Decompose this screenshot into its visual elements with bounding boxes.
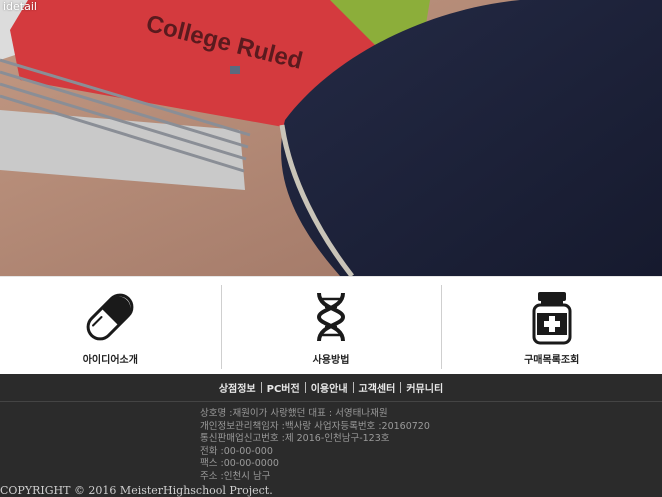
footer-link-community[interactable]: 커뮤니티	[401, 380, 448, 395]
footer-info-line: 통신판매업신고번호 :제 2016-인천남구-123호	[200, 433, 390, 444]
menu-item-idea[interactable]: 아이디어소개	[0, 277, 221, 375]
dna-icon	[316, 292, 346, 342]
footer-info-line: 상호명 :재원이가 사랑했던 대표 : 서영태나재원	[200, 408, 388, 419]
icon-menu: 아이디어소개 사용방법 구매목록조회	[0, 276, 662, 375]
footer-info-line: 개인정보관리책임자 :백사랑 사업자등록번호 :20160720	[200, 420, 430, 432]
footer: 상점정보 PC버전 이용안내 고객센터 커뮤니티 상호명 :재원이가 사랑했던 …	[0, 374, 662, 497]
menu-item-label: 사용방법	[312, 355, 350, 366]
footer-link-customer-center[interactable]: 고객센터	[354, 380, 401, 395]
copyright-text: COPYRIGHT © 2016 MeisterHighschool Proje…	[0, 484, 273, 497]
menu-item-orders[interactable]: 구매목록조회	[441, 277, 662, 375]
hero-photo	[0, 0, 662, 276]
footer-info-line: 팩스 :00-00-0000	[200, 458, 279, 469]
footer-info-line: 주소 :인천시 남구	[200, 470, 271, 482]
menu-item-label: 구매목록조회	[524, 355, 580, 366]
footer-link-guide[interactable]: 이용안내	[306, 380, 353, 395]
footer-nav: 상점정보 PC버전 이용안내 고객센터 커뮤니티	[0, 374, 662, 402]
hero-banner: idetail College Ruled	[0, 0, 662, 276]
menu-item-usage[interactable]: 사용방법	[220, 277, 442, 375]
footer-business-info: 상호명 :재원이가 사랑했던 대표 : 서영태나재원 개인정보관리책임자 :백사…	[200, 408, 430, 483]
medicine-bottle-icon	[532, 292, 572, 345]
capsule-icon	[86, 293, 134, 341]
hero-caption: idetail	[3, 0, 37, 13]
footer-info-line: 전화 :00-00-000	[200, 445, 273, 457]
footer-link-store-info[interactable]: 상점정보	[214, 380, 261, 395]
menu-item-label: 아이디어소개	[82, 355, 138, 366]
footer-link-pc-version[interactable]: PC버전	[262, 380, 305, 395]
